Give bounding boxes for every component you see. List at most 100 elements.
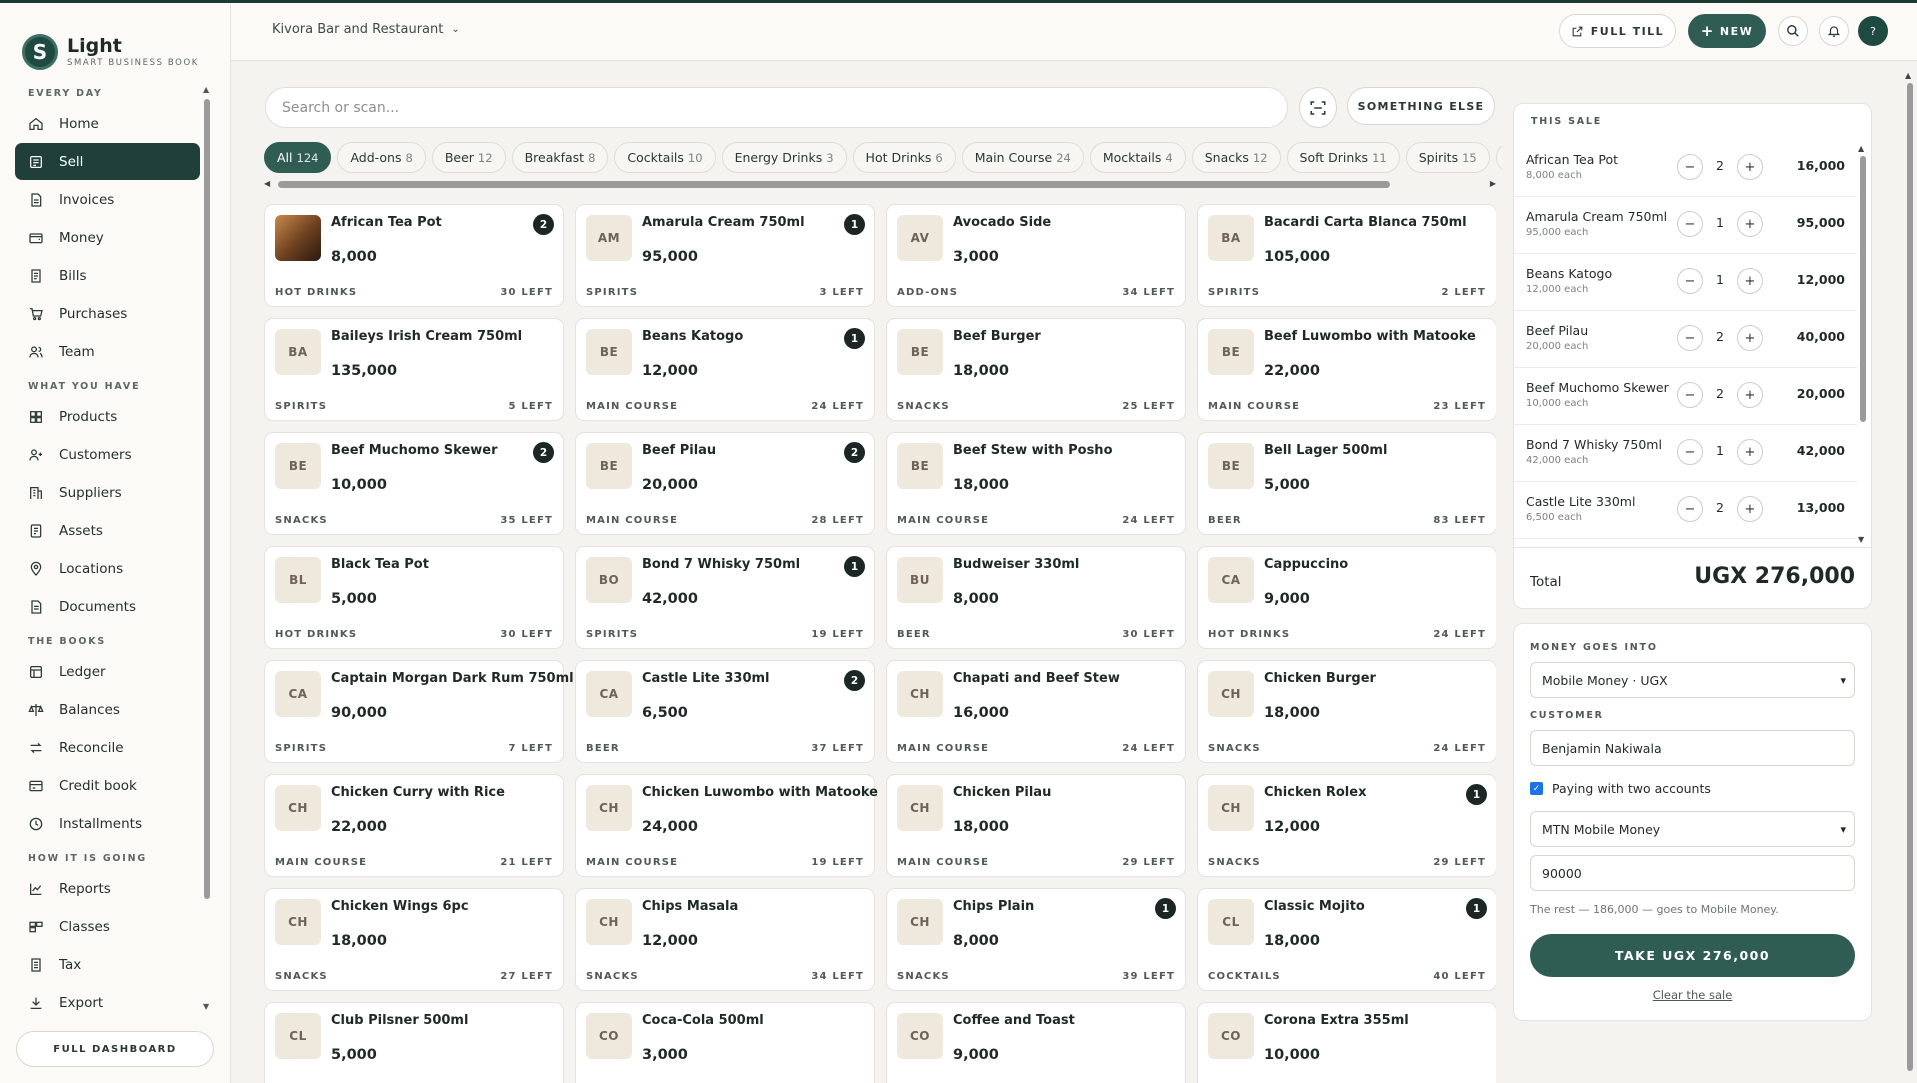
decrease-qty-button[interactable]: − [1677, 325, 1703, 351]
take-payment-button[interactable]: TAKE UGX 276,000 [1530, 934, 1855, 977]
decrease-qty-button[interactable]: − [1677, 268, 1703, 294]
sidebar-item-reconcile[interactable]: Reconcile [15, 729, 200, 766]
product-card[interactable]: CA Castle Lite 330ml 6,500 BEER 37 LEFT 2 [575, 660, 875, 763]
second-amount-field[interactable]: 90000 [1530, 855, 1855, 891]
scroll-left-icon[interactable]: ◀ [264, 179, 270, 188]
product-card[interactable]: BU Budweiser 330ml 8,000 BEER 30 LEFT [886, 546, 1186, 649]
sidebar-item-installments[interactable]: Installments [15, 805, 200, 842]
category-tab-cocktails[interactable]: Cocktails 10 [614, 142, 716, 173]
sidebar-item-locations[interactable]: Locations [15, 550, 200, 587]
sidebar-scrollbar[interactable]: ▲ ▼ [201, 81, 213, 1011]
product-card[interactable]: BE Beef Pilau 20,000 MAIN COURSE 28 LEFT 2 [575, 432, 875, 535]
product-card[interactable]: CO Coffee and Toast 9,000 [886, 1002, 1186, 1083]
product-card[interactable]: CL Classic Mojito 18,000 COCKTAILS 40 LEFT 1 [1197, 888, 1496, 991]
product-card[interactable]: CL Club Pilsner 500ml 5,000 [264, 1002, 564, 1083]
sidebar-item-suppliers[interactable]: Suppliers [15, 474, 200, 511]
brand[interactable]: S Light SMART BUSINESS BOOK [0, 3, 230, 81]
page-scrollbar[interactable]: ▲ [1904, 71, 1916, 1083]
category-tab-water[interactable]: Water [1495, 142, 1502, 173]
decrease-qty-button[interactable]: − [1677, 154, 1703, 180]
sidebar-item-bills[interactable]: Bills [15, 257, 200, 294]
category-tab-snacks[interactable]: Snacks 12 [1191, 142, 1281, 173]
category-tab-energy-drinks[interactable]: Energy Drinks 3 [721, 142, 847, 173]
search-button[interactable] [1778, 16, 1808, 46]
product-card[interactable]: BE Beef Luwombo with Matooke 22,000 MAIN CO… [1197, 318, 1496, 421]
help-button[interactable]: ? [1858, 16, 1888, 46]
sidebar-item-classes[interactable]: Classes [15, 908, 200, 945]
scrollbar-thumb[interactable] [204, 99, 210, 899]
full-dashboard-button[interactable]: FULL DASHBOARD [16, 1031, 214, 1067]
scrollbar-thumb[interactable] [1860, 156, 1866, 422]
two-accounts-checkbox[interactable]: ✓ Paying with two accounts [1530, 781, 1711, 796]
decrease-qty-button[interactable]: − [1677, 211, 1703, 237]
second-account-select[interactable]: MTN Mobile Money ▾ [1530, 811, 1855, 847]
category-tab-all[interactable]: All 124 [264, 142, 332, 173]
decrease-qty-button[interactable]: − [1677, 496, 1703, 522]
sidebar-item-balances[interactable]: Balances [15, 691, 200, 728]
sidebar-item-ledger[interactable]: Ledger [15, 653, 200, 690]
sidebar-item-export[interactable]: Export [15, 984, 200, 1011]
category-tab-add-ons[interactable]: Add-ons 8 [337, 142, 426, 173]
category-scrollbar[interactable]: ◀ ▶ [262, 179, 1498, 189]
increase-qty-button[interactable]: + [1737, 154, 1763, 180]
scrollbar-thumb[interactable] [278, 181, 1390, 188]
product-card[interactable]: CO Corona Extra 355ml 10,000 [1197, 1002, 1496, 1083]
scroll-up-icon[interactable]: ▲ [1905, 71, 1911, 80]
product-card[interactable]: BL Black Tea Pot 5,000 HOT DRINKS 30 LEFT [264, 546, 564, 649]
scroll-down-icon[interactable]: ▼ [203, 1002, 209, 1011]
scrollbar-thumb[interactable] [1907, 83, 1913, 1071]
category-tab-spirits[interactable]: Spirits 15 [1405, 142, 1490, 173]
clear-sale-link[interactable]: Clear the sale [1514, 988, 1871, 1002]
product-card[interactable]: BA Bacardi Carta Blanca 750ml 105,000 SPIRI… [1197, 204, 1496, 307]
sidebar-item-team[interactable]: Team [15, 333, 200, 370]
product-card[interactable]: AV Avocado Side 3,000 ADD-ONS 34 LEFT [886, 204, 1186, 307]
full-till-button[interactable]: FULL TILL [1559, 14, 1676, 48]
decrease-qty-button[interactable]: − [1677, 382, 1703, 408]
sale-scrollbar[interactable]: ▲ ▼ [1857, 144, 1869, 544]
category-tab-mocktails[interactable]: Mocktails 4 [1089, 142, 1186, 173]
product-card[interactable]: CH Chicken Pilau 18,000 MAIN COURSE 29 LEFT [886, 774, 1186, 877]
product-card[interactable]: CH Chips Masala 12,000 SNACKS 34 LEFT [575, 888, 875, 991]
category-tab-breakfast[interactable]: Breakfast 8 [511, 142, 609, 173]
product-card[interactable]: CH Chicken Curry with Rice 22,000 MAIN COUR… [264, 774, 564, 877]
product-card[interactable]: BE Beef Stew with Posho 18,000 MAIN COURSE 2… [886, 432, 1186, 535]
sidebar-item-tax[interactable]: Tax [15, 946, 200, 983]
product-card[interactable]: CH Chicken Luwombo with Matooke 24,000 MAIN… [575, 774, 878, 877]
category-tab-hot-drinks[interactable]: Hot Drinks 6 [852, 142, 956, 173]
sidebar-item-home[interactable]: Home [15, 105, 200, 142]
sidebar-item-documents[interactable]: Documents [15, 588, 200, 625]
decrease-qty-button[interactable]: − [1677, 439, 1703, 465]
scroll-up-icon[interactable]: ▲ [1858, 144, 1864, 153]
product-card[interactable]: BE Beans Katogo 12,000 MAIN COURSE 24 LEFT 1 [575, 318, 875, 421]
product-card[interactable]: CH Chicken Wings 6pc 18,000 SNACKS 27 LEFT [264, 888, 564, 991]
increase-qty-button[interactable]: + [1737, 211, 1763, 237]
product-card[interactable]: AM Amarula Cream 750ml 95,000 SPIRITS 3 LEFT… [575, 204, 875, 307]
product-card[interactable]: CH Chapati and Beef Stew 16,000 MAIN COURSE… [886, 660, 1186, 763]
new-button[interactable]: + NEW [1688, 14, 1766, 48]
product-card[interactable]: CH Chicken Rolex 12,000 SNACKS 29 LEFT 1 [1197, 774, 1496, 877]
product-card[interactable]: CO Coca-Cola 500ml 3,000 [575, 1002, 875, 1083]
sidebar-item-money[interactable]: Money [15, 219, 200, 256]
increase-qty-button[interactable]: + [1737, 268, 1763, 294]
scroll-up-icon[interactable]: ▲ [203, 85, 209, 94]
product-card[interactable]: BA Baileys Irish Cream 750ml 135,000 SPIRIT… [264, 318, 564, 421]
sidebar-item-assets[interactable]: Assets [15, 512, 200, 549]
sidebar-item-customers[interactable]: Customers [15, 436, 200, 473]
product-card[interactable]: BE Beef Muchomo Skewer 10,000 SNACKS 35 LEFT… [264, 432, 564, 535]
product-card[interactable]: CH Chicken Burger 18,000 SNACKS 24 LEFT [1197, 660, 1496, 763]
product-card[interactable]: CA Cappuccino 9,000 HOT DRINKS 24 LEFT [1197, 546, 1496, 649]
sidebar-item-sell[interactable]: Sell [15, 143, 200, 180]
increase-qty-button[interactable]: + [1737, 325, 1763, 351]
customer-field[interactable]: Benjamin Nakiwala [1530, 730, 1855, 766]
increase-qty-button[interactable]: + [1737, 439, 1763, 465]
something-else-button[interactable]: SOMETHING ELSE [1347, 87, 1495, 125]
search-input[interactable]: Search or scan... [265, 87, 1288, 128]
scroll-down-icon[interactable]: ▼ [1858, 535, 1864, 544]
business-selector[interactable]: Kivora Bar and Restaurant ⌄ [272, 22, 460, 37]
category-tab-main-course[interactable]: Main Course 24 [961, 142, 1084, 173]
category-tab-soft-drinks[interactable]: Soft Drinks 11 [1286, 142, 1400, 173]
product-card[interactable]: BE Bell Lager 500ml 5,000 BEER 83 LEFT [1197, 432, 1496, 535]
scroll-right-icon[interactable]: ▶ [1490, 179, 1496, 188]
product-card[interactable]: CA Captain Morgan Dark Rum 750ml 90,000 SPI… [264, 660, 574, 763]
checkmark-icon[interactable]: ✓ [1530, 782, 1543, 795]
